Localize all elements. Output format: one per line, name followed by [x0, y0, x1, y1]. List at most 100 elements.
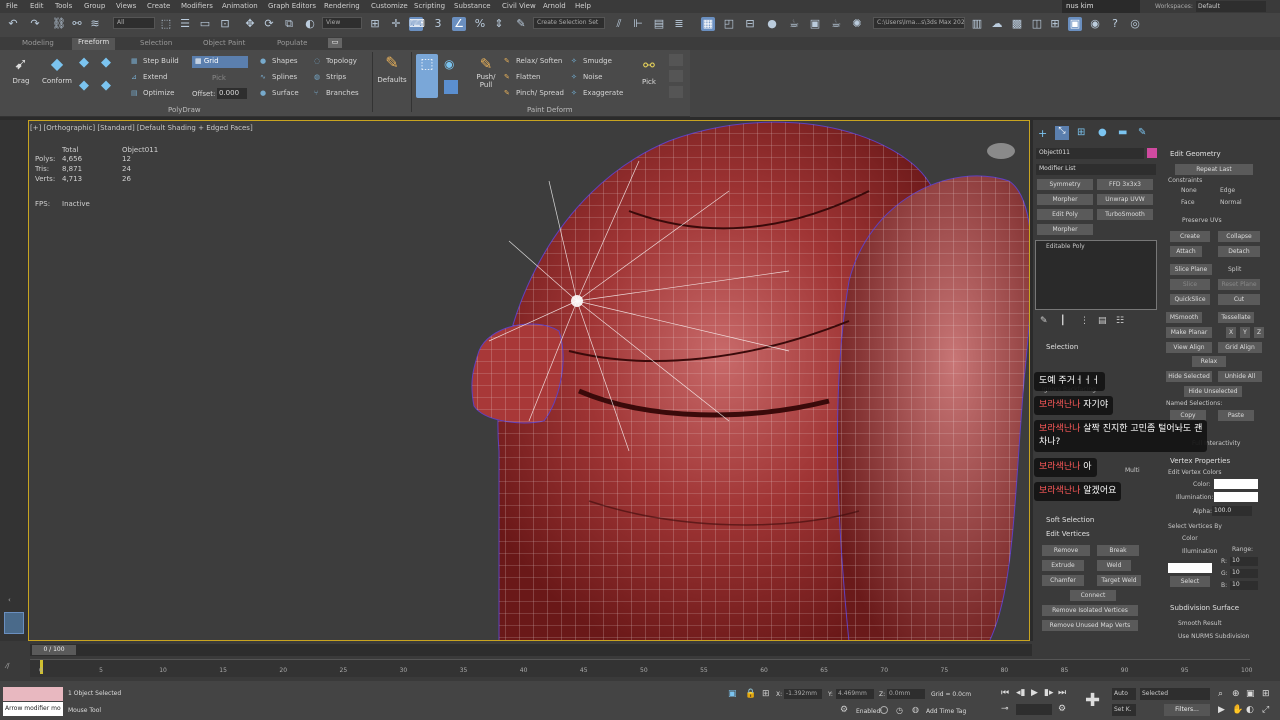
hide-selected-button[interactable]: Hide Selected [1166, 371, 1212, 382]
spinner-snap-icon[interactable]: ⇕ [492, 17, 506, 31]
menu-scripting[interactable]: Scripting [414, 2, 445, 10]
display-tab-icon[interactable]: ▬ [1118, 127, 1127, 138]
time-slider[interactable] [30, 644, 1032, 656]
toggle-scene-explorer-icon[interactable]: ▤ [652, 17, 666, 31]
ribbon-minimize-icon[interactable] [669, 54, 683, 66]
menu-arnold[interactable]: Arnold [543, 2, 566, 10]
unhide-all-button[interactable]: Unhide All [1218, 371, 1262, 382]
select-by-color-radio[interactable]: Color [1182, 535, 1198, 542]
grid-align-button[interactable]: Grid Align [1218, 342, 1262, 353]
modifier-stack[interactable] [1035, 240, 1157, 310]
cloud-icon[interactable]: ☁ [990, 17, 1004, 31]
schematic-view-icon[interactable]: ⊟ [743, 17, 757, 31]
key-filters-button[interactable]: Filters... [1164, 704, 1210, 716]
reset-plane-button[interactable]: Reset Plane [1218, 279, 1260, 290]
render-env-icon[interactable]: ◎ [1128, 17, 1142, 31]
zoom-extents-icon[interactable]: ▣ [1246, 689, 1255, 699]
project-path-dropdown[interactable]: C:\Users\Ima...s\3ds Max 2023 [873, 17, 965, 29]
menu-file[interactable]: File [6, 2, 18, 10]
menu-tools[interactable]: Tools [55, 2, 72, 10]
mirror-brush-icon[interactable]: ◉ [444, 57, 454, 71]
target-weld-button[interactable]: Target Weld [1097, 575, 1141, 586]
conform-brush-icon-2[interactable]: ◆ [101, 55, 111, 70]
weld-button[interactable]: Weld [1097, 560, 1131, 571]
x-coord-field[interactable]: -1.392mm [784, 689, 822, 699]
set-key-button[interactable]: Set K. [1112, 704, 1136, 716]
workspace-dropdown[interactable]: Default [1196, 1, 1266, 12]
mirror-icon[interactable]: ⫽ [612, 17, 626, 31]
window-crossing-icon[interactable]: ⊡ [218, 17, 232, 31]
tab-populate[interactable]: Populate [277, 39, 307, 47]
z-coord-field[interactable]: 0.0mm [887, 689, 925, 699]
constraint-face-radio[interactable]: Face [1181, 199, 1195, 206]
left-strip-collapse-icon[interactable]: ‹ [8, 596, 11, 604]
y-button[interactable]: Y [1240, 327, 1250, 338]
place-icon[interactable]: ◐ [303, 17, 317, 31]
viewport-layout-tab[interactable] [4, 612, 24, 634]
previous-frame-icon[interactable]: ◂▮ [1016, 688, 1025, 698]
remove-isolated-button[interactable]: Remove Isolated Vertices [1042, 605, 1138, 616]
make-unique-icon[interactable]: ⋮ [1080, 316, 1089, 326]
preserve-uvs-checkbox[interactable]: Preserve UVs [1182, 217, 1222, 224]
connect-button[interactable]: Connect [1070, 590, 1116, 601]
render-icon[interactable]: ☕ [829, 17, 843, 31]
paint-on-icon[interactable] [444, 80, 458, 94]
add-time-tag-button[interactable]: Add Time Tag [926, 708, 966, 715]
create-tab-icon[interactable]: + [1038, 127, 1047, 140]
split-checkbox[interactable]: Split [1228, 266, 1241, 273]
bind-space-warp-icon[interactable]: ≋ [88, 17, 102, 31]
redo-icon[interactable]: ↷ [28, 17, 42, 31]
show-end-result-icon[interactable]: ┃ [1060, 316, 1065, 326]
optimize-button[interactable]: ▤ Optimize [131, 89, 174, 97]
go-to-end-icon[interactable]: ⏭ [1058, 688, 1066, 698]
constraint-edge-radio[interactable]: Edge [1220, 187, 1235, 194]
configure-modifier-sets-icon[interactable]: ☷ [1116, 316, 1124, 326]
rendered-frame-icon[interactable]: ▣ [808, 17, 822, 31]
modify-tab-icon[interactable]: ⤡ [1055, 126, 1069, 140]
conform-brush-icon-4[interactable]: ◆ [101, 78, 111, 93]
go-to-start-icon[interactable]: ⏮ [1001, 688, 1009, 698]
edit-named-sets-icon[interactable]: ✎ [514, 17, 528, 31]
key-mode-icon[interactable]: ◍ [912, 705, 919, 714]
edit-geometry-rollout-header[interactable]: Edit Geometry [1170, 150, 1221, 158]
pick-surface-button[interactable]: Pick [212, 74, 226, 82]
link-icon[interactable]: ⛓ [52, 17, 66, 31]
viewport-layout-icon[interactable]: ▣ [1068, 17, 1082, 31]
tab-freeform[interactable]: Freeform [72, 38, 116, 50]
remove-button[interactable]: Remove [1042, 545, 1090, 556]
absolute-mode-icon[interactable]: ⊞ [762, 689, 770, 699]
key-filter-selected-dropdown[interactable]: Selected [1140, 688, 1210, 700]
isolate-selection-icon[interactable]: ▣ [728, 689, 737, 699]
select-color-swatch[interactable] [1168, 563, 1212, 573]
offset-spinner[interactable]: 0.000 [217, 88, 247, 99]
menu-create[interactable]: Create [147, 2, 170, 10]
push-pull-button[interactable]: ✎ Push/Pull [472, 55, 500, 99]
topology-button[interactable]: ◌ Topology [314, 57, 357, 65]
polydraw-panel-title[interactable]: PolyDraw [168, 106, 201, 114]
pick-button[interactable]: ⚯ Pick [637, 58, 661, 96]
menu-civil-view[interactable]: Civil View [502, 2, 536, 10]
auto-key-button[interactable]: Auto [1112, 688, 1136, 700]
drag-tool[interactable]: ➹ Drag [8, 54, 34, 94]
selection-set-dropdown[interactable]: Create Selection Set [533, 17, 605, 29]
slice-button[interactable]: Slice [1170, 279, 1210, 290]
modifier-button-ffd[interactable]: FFD 3x3x3 [1097, 179, 1153, 190]
paint-select-button[interactable]: ⬚ [416, 54, 438, 98]
modifier-button-editpoly[interactable]: Edit Poly [1037, 209, 1093, 220]
zoom-extents-all-icon[interactable]: ⊞ [1262, 689, 1270, 699]
select-manipulate-icon[interactable]: ✛ [389, 17, 403, 31]
menu-substance[interactable]: Substance [454, 2, 491, 10]
tab-selection[interactable]: Selection [140, 39, 172, 47]
msmooth-button[interactable]: MSmooth [1166, 312, 1202, 323]
unlink-icon[interactable]: ⚯ [70, 17, 84, 31]
pin-stack-icon[interactable]: ✎ [1040, 316, 1048, 326]
curve-editor-icon[interactable]: ◰ [722, 17, 736, 31]
slice-plane-button[interactable]: Slice Plane [1170, 264, 1212, 275]
conform-tool[interactable]: ◆ Conform [40, 54, 74, 94]
relax-button-panel[interactable]: Relax [1192, 356, 1226, 367]
strips-button[interactable]: ◍ Strips [314, 73, 346, 81]
selection-rollout-header[interactable]: Selection [1046, 343, 1078, 351]
menu-rendering[interactable]: Rendering [324, 2, 360, 10]
range-b-spinner[interactable]: 10 [1230, 581, 1258, 590]
menu-help[interactable]: Help [575, 2, 591, 10]
